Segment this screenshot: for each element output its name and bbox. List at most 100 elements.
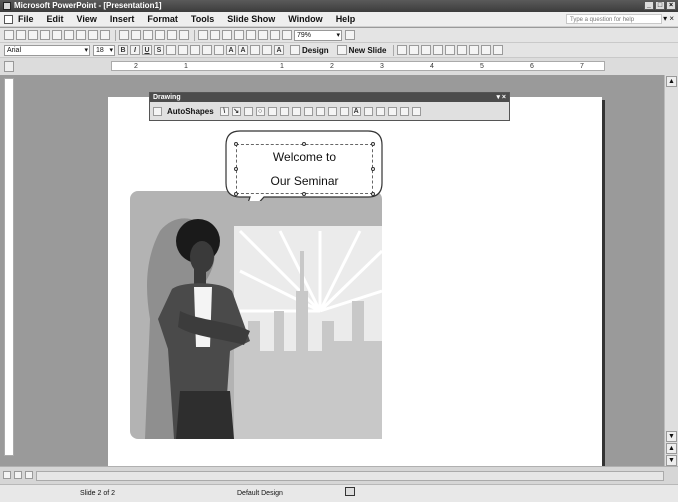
menu-edit[interactable]: Edit [47, 14, 64, 24]
fill-color-icon[interactable] [327, 106, 337, 116]
line-icon[interactable]: \ [219, 106, 229, 116]
powerpoint-app-icon[interactable] [3, 2, 11, 10]
tool-8-icon[interactable] [481, 45, 492, 55]
maximize-icon[interactable]: □ [655, 1, 665, 10]
clipart-icon[interactable] [303, 106, 313, 116]
menu-view[interactable]: View [77, 14, 97, 24]
tool-1-icon[interactable] [397, 45, 408, 55]
font-color-icon[interactable]: A [274, 45, 284, 55]
tool-6-icon[interactable] [457, 45, 468, 55]
previous-slide-icon[interactable]: ▲ [666, 443, 677, 454]
rectangle-icon[interactable] [243, 106, 253, 116]
increase-font-icon[interactable]: A [226, 45, 236, 55]
resize-handle[interactable] [234, 142, 238, 146]
businesswoman-clipart[interactable] [130, 191, 382, 439]
drawing-toolbar[interactable]: Drawing ▾ × AutoShapes \ ↘ ○ A [149, 92, 510, 121]
menu-insert[interactable]: Insert [110, 14, 135, 24]
arrow-style-icon[interactable] [387, 106, 397, 116]
close-document-icon[interactable]: ▾ × [663, 14, 674, 23]
font-select[interactable]: Arial [4, 44, 90, 56]
table-icon[interactable] [210, 30, 220, 40]
tool-3-icon[interactable] [421, 45, 432, 55]
minimize-icon[interactable]: _ [644, 1, 654, 10]
align-left-icon[interactable] [166, 45, 176, 55]
normal-view-icon[interactable] [3, 471, 11, 479]
chart-icon[interactable] [198, 30, 208, 40]
shadow-style-icon[interactable] [399, 106, 409, 116]
save-icon[interactable] [28, 30, 38, 40]
menu-slide-show[interactable]: Slide Show [227, 14, 275, 24]
picture-icon[interactable] [315, 106, 325, 116]
shadow-icon[interactable]: S [154, 45, 164, 55]
ruler-corner[interactable] [4, 61, 14, 72]
diagram-icon[interactable] [291, 106, 301, 116]
print-icon[interactable] [64, 30, 74, 40]
menu-file[interactable]: File [18, 14, 34, 24]
zoom-select[interactable]: 79% [294, 29, 342, 41]
hyperlink-icon[interactable] [234, 30, 244, 40]
numbering-icon[interactable] [202, 45, 212, 55]
drawing-toolbar-title[interactable]: Drawing ▾ × [150, 93, 509, 102]
line-style-icon[interactable] [363, 106, 373, 116]
resize-handle[interactable] [234, 167, 238, 171]
design-button[interactable]: Design [290, 45, 329, 55]
resize-handle[interactable] [302, 192, 306, 196]
research-icon[interactable] [100, 30, 110, 40]
redo-icon[interactable] [179, 30, 189, 40]
new-icon[interactable] [4, 30, 14, 40]
vertical-scrollbar[interactable]: ▲ ▼ ▲ ▼ [664, 75, 678, 466]
oval-icon[interactable]: ○ [255, 106, 265, 116]
permission-icon[interactable] [40, 30, 50, 40]
tables-borders-icon[interactable] [222, 30, 232, 40]
scroll-down-icon[interactable]: ▼ [666, 431, 677, 442]
copy-icon[interactable] [131, 30, 141, 40]
align-right-icon[interactable] [190, 45, 200, 55]
dash-style-icon[interactable] [375, 106, 385, 116]
print-preview-icon[interactable] [76, 30, 86, 40]
vertical-ruler[interactable] [4, 78, 14, 456]
autoshapes-button[interactable]: AutoShapes [167, 107, 214, 116]
textbox-icon[interactable] [267, 106, 277, 116]
slide-sorter-icon[interactable] [14, 471, 22, 479]
italic-icon[interactable]: I [130, 45, 140, 55]
next-slide-icon[interactable]: ▼ [666, 455, 677, 466]
3d-style-icon[interactable] [411, 106, 421, 116]
resize-handle[interactable] [371, 192, 375, 196]
undo-icon[interactable] [167, 30, 177, 40]
increase-indent-icon[interactable] [262, 45, 272, 55]
new-slide-button[interactable]: New Slide [336, 45, 386, 55]
tool-9-icon[interactable] [493, 45, 504, 55]
center-icon[interactable] [178, 45, 188, 55]
line-color-icon[interactable] [339, 106, 349, 116]
decrease-indent-icon[interactable] [250, 45, 260, 55]
email-icon[interactable] [52, 30, 62, 40]
tool-5-icon[interactable] [445, 45, 456, 55]
tool-4-icon[interactable] [433, 45, 444, 55]
document-icon[interactable] [4, 15, 13, 24]
underline-icon[interactable]: U [142, 45, 152, 55]
grid-icon[interactable] [270, 30, 280, 40]
resize-handle[interactable] [371, 142, 375, 146]
cut-icon[interactable] [119, 30, 129, 40]
resize-handle[interactable] [371, 167, 375, 171]
menu-format[interactable]: Format [147, 14, 178, 24]
bold-icon[interactable]: B [118, 45, 128, 55]
font-color-icon[interactable]: A [351, 106, 361, 116]
resize-handle[interactable] [234, 192, 238, 196]
menu-window[interactable]: Window [288, 14, 322, 24]
resize-handle[interactable] [302, 142, 306, 146]
spelling-status-icon[interactable] [345, 487, 355, 496]
scroll-up-icon[interactable]: ▲ [666, 76, 677, 87]
draw-menu-icon[interactable] [153, 106, 162, 116]
color-grayscale-icon[interactable] [282, 30, 292, 40]
close-icon[interactable]: ▾ × [496, 93, 506, 102]
horizontal-scrollbar[interactable] [36, 471, 664, 481]
paste-icon[interactable] [143, 30, 153, 40]
font-size-select[interactable]: 18 [93, 44, 115, 56]
wordart-icon[interactable] [279, 106, 289, 116]
decrease-font-icon[interactable]: A [238, 45, 248, 55]
format-painter-icon[interactable] [155, 30, 165, 40]
bullets-icon[interactable] [214, 45, 224, 55]
expand-all-icon[interactable] [246, 30, 256, 40]
close-icon[interactable]: × [666, 1, 676, 10]
